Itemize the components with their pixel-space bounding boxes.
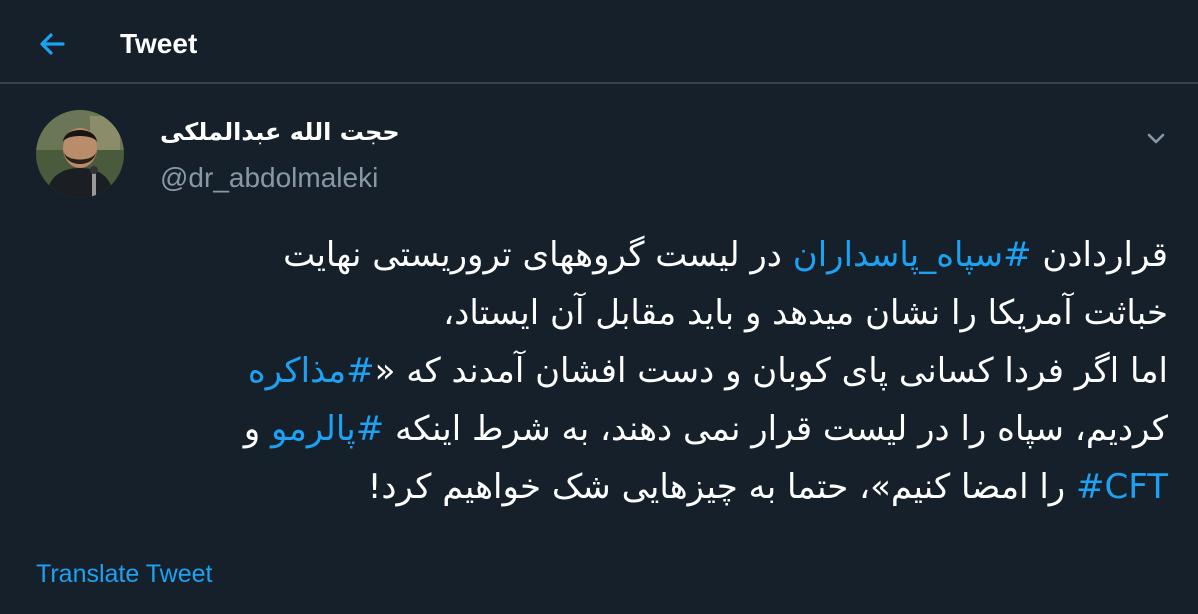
author-handle[interactable]: @dr_abdolmaleki [160,160,378,196]
top-app-bar: Tweet [0,0,1198,84]
tweet-text-segment: را امضا کنیم»، حتما به چیزهایی شک خواهیم… [367,467,1077,507]
tweet-text-segment: کردیم، سپاه را در لیست قرار نمی دهند، به… [384,409,1168,449]
page-title: Tweet [120,28,198,59]
tweet-line: قراردادن #سپاه_پاسداران در لیست گروههای … [60,226,1168,284]
tweet-line: کردیم، سپاه را در لیست قرار نمی دهند، به… [60,400,1168,458]
chevron-down-icon[interactable] [1140,122,1172,154]
back-arrow-icon[interactable] [30,22,74,66]
tweet-line: اما اگر فردا کسانی پای کوبان و دست افشان… [60,342,1168,400]
tweet-text-segment: اما اگر فردا کسانی پای کوبان و دست افشان… [374,351,1168,391]
hashtag-link[interactable]: #سپاه_پاسداران [793,235,1032,275]
tweet-text-segment: در لیست گروههای تروریستی نهایت [283,235,793,275]
avatar[interactable] [36,110,124,198]
tweet-text: قراردادن #سپاه_پاسداران در لیست گروههای … [60,226,1168,516]
tweet-text-segment: و [243,409,272,449]
hashtag-link[interactable]: #CFT [1076,467,1168,507]
tweet-line: خباثت آمریکا را نشان میدهد و باید مقابل … [443,293,1168,333]
tweet-line: #CFT را امضا کنیم»، حتما به چیزهایی شک خ… [60,458,1168,516]
hashtag-link[interactable]: #پالرمو [271,409,384,449]
author-display-name[interactable]: حجت الله عبدالملکی [160,116,400,148]
tweet-text-segment: قراردادن [1031,235,1168,275]
translate-tweet-link[interactable]: Translate Tweet [36,558,212,590]
hashtag-link[interactable]: #مذاکره [248,351,375,391]
